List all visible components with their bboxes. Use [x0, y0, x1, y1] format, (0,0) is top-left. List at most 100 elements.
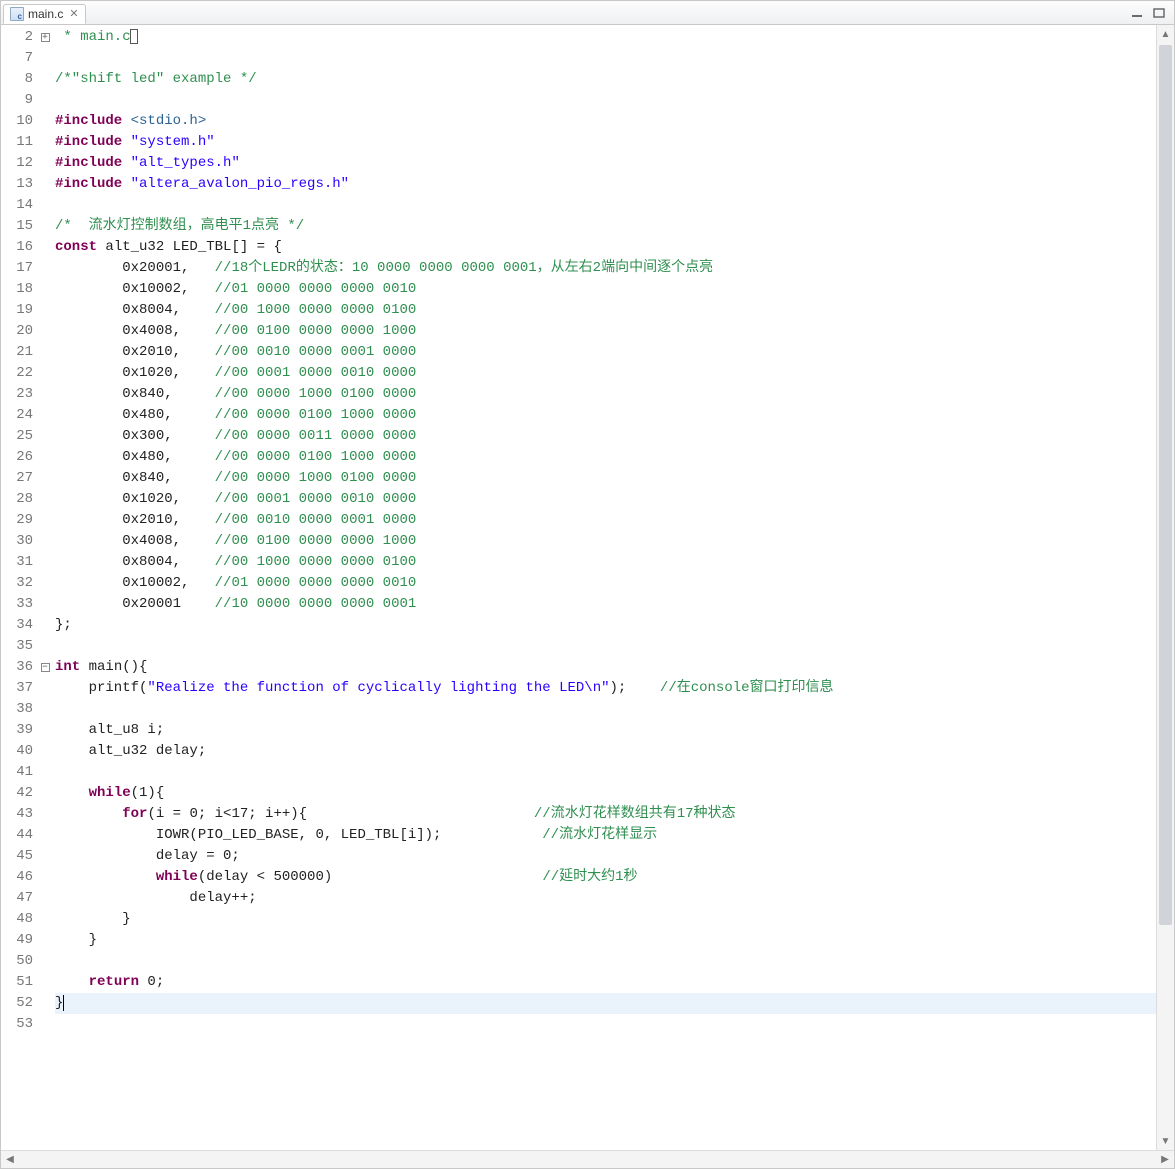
fold-cell: [39, 762, 51, 783]
code-line[interactable]: while(delay < 500000) //延时大约1秒: [55, 867, 1156, 888]
code-line[interactable]: [55, 90, 1156, 111]
editor-tab[interactable]: main.c ✕: [3, 4, 86, 24]
horizontal-scrollbar[interactable]: ◀ ▶: [1, 1150, 1174, 1168]
maximize-icon[interactable]: [1152, 7, 1166, 19]
fold-cell: [39, 930, 51, 951]
code-line[interactable]: };: [55, 615, 1156, 636]
code-line[interactable]: #include <stdio.h>: [55, 111, 1156, 132]
code-line[interactable]: }: [55, 909, 1156, 930]
fold-collapse-icon[interactable]: −: [41, 663, 50, 672]
code-line[interactable]: 0x4008, //00 0100 0000 0000 1000: [55, 321, 1156, 342]
scroll-up-icon[interactable]: ▲: [1157, 25, 1174, 43]
code-line[interactable]: 0x2010, //00 0010 0000 0001 0000: [55, 510, 1156, 531]
code-line[interactable]: 0x480, //00 0000 0100 1000 0000: [55, 447, 1156, 468]
code-line[interactable]: return 0;: [55, 972, 1156, 993]
scroll-down-icon[interactable]: ▼: [1157, 1132, 1174, 1150]
fold-cell: [39, 237, 51, 258]
code-line[interactable]: 0x10002, //01 0000 0000 0000 0010: [55, 573, 1156, 594]
code-line[interactable]: 0x20001 //10 0000 0000 0000 0001: [55, 594, 1156, 615]
code-line[interactable]: }: [55, 993, 1156, 1014]
code-line[interactable]: 0x8004, //00 1000 0000 0000 0100: [55, 300, 1156, 321]
code-line[interactable]: 0x20001, //18个LEDR的状态：10 0000 0000 0000 …: [55, 258, 1156, 279]
minimize-icon[interactable]: [1130, 7, 1144, 19]
vertical-scrollbar[interactable]: ▲ ▼: [1156, 25, 1174, 1150]
code-line[interactable]: [55, 1014, 1156, 1035]
code-token: alt_u8 i;: [55, 722, 164, 738]
code-line[interactable]: [55, 195, 1156, 216]
code-line[interactable]: [55, 699, 1156, 720]
code-line[interactable]: 0x1020, //00 0001 0000 0010 0000: [55, 363, 1156, 384]
scroll-right-icon[interactable]: ▶: [1156, 1154, 1174, 1165]
line-number: 46: [1, 867, 33, 888]
c-file-icon: [10, 7, 24, 21]
code-token: 0x2010,: [55, 344, 215, 360]
code-line[interactable]: 0x4008, //00 0100 0000 0000 1000: [55, 531, 1156, 552]
line-number: 12: [1, 153, 33, 174]
folded-region-marker[interactable]: [130, 29, 138, 44]
fold-cell: [39, 699, 51, 720]
code-line[interactable]: #include "alt_types.h": [55, 153, 1156, 174]
fold-cell: [39, 888, 51, 909]
fold-cell: [39, 300, 51, 321]
code-line[interactable]: [55, 48, 1156, 69]
fold-cell[interactable]: +: [39, 27, 51, 48]
code-line[interactable]: const alt_u32 LED_TBL[] = {: [55, 237, 1156, 258]
code-line[interactable]: 0x300, //00 0000 0011 0000 0000: [55, 426, 1156, 447]
code-line[interactable]: 0x840, //00 0000 1000 0100 0000: [55, 384, 1156, 405]
line-number: 31: [1, 552, 33, 573]
code-token: //流水灯花样显示: [542, 827, 657, 843]
code-line[interactable]: IOWR(PIO_LED_BASE, 0, LED_TBL[i]); //流水灯…: [55, 825, 1156, 846]
code-token: //00 0000 1000 0100 0000: [215, 386, 417, 402]
code-token: [55, 806, 122, 822]
scroll-thumb[interactable]: [1159, 45, 1172, 925]
code-line[interactable]: [55, 951, 1156, 972]
code-line[interactable]: delay = 0;: [55, 846, 1156, 867]
code-line[interactable]: 0x840, //00 0000 1000 0100 0000: [55, 468, 1156, 489]
line-number: 23: [1, 384, 33, 405]
code-line[interactable]: alt_u8 i;: [55, 720, 1156, 741]
code-line[interactable]: delay++;: [55, 888, 1156, 909]
code-line[interactable]: * main.c: [55, 27, 1156, 48]
code-line[interactable]: 0x1020, //00 0001 0000 0010 0000: [55, 489, 1156, 510]
fold-cell: [39, 48, 51, 69]
line-number: 42: [1, 783, 33, 804]
code-line[interactable]: alt_u32 delay;: [55, 741, 1156, 762]
line-number: 21: [1, 342, 33, 363]
fold-cell: [39, 636, 51, 657]
line-number: 18: [1, 279, 33, 300]
scroll-left-icon[interactable]: ◀: [1, 1154, 19, 1165]
line-number: 7: [1, 48, 33, 69]
code-line[interactable]: 0x10002, //01 0000 0000 0000 0010: [55, 279, 1156, 300]
line-number: 9: [1, 90, 33, 111]
code-line[interactable]: [55, 762, 1156, 783]
code-line[interactable]: #include "system.h": [55, 132, 1156, 153]
code-line[interactable]: while(1){: [55, 783, 1156, 804]
fold-cell: [39, 279, 51, 300]
line-number: 37: [1, 678, 33, 699]
fold-cell: [39, 69, 51, 90]
code-line[interactable]: printf("Realize the function of cyclical…: [55, 678, 1156, 699]
code-line[interactable]: 0x8004, //00 1000 0000 0000 0100: [55, 552, 1156, 573]
line-number: 51: [1, 972, 33, 993]
fold-cell[interactable]: −: [39, 657, 51, 678]
code-line[interactable]: }: [55, 930, 1156, 951]
fold-cell: [39, 741, 51, 762]
line-number: 28: [1, 489, 33, 510]
line-number: 36: [1, 657, 33, 678]
code-area[interactable]: * main.c /*"shift led" example */ #include…: [51, 25, 1156, 1150]
line-number: 14: [1, 195, 33, 216]
code-token: //00 0100 0000 0000 1000: [215, 533, 417, 549]
code-token: }: [55, 995, 63, 1011]
code-line[interactable]: #include "altera_avalon_pio_regs.h": [55, 174, 1156, 195]
code-line[interactable]: 0x480, //00 0000 0100 1000 0000: [55, 405, 1156, 426]
code-line[interactable]: for(i = 0; i<17; i++){ //流水灯花样数组共有17种状态: [55, 804, 1156, 825]
fold-cell: [39, 552, 51, 573]
code-line[interactable]: [55, 636, 1156, 657]
code-line[interactable]: /* 流水灯控制数组，高电平1点亮 */: [55, 216, 1156, 237]
code-line[interactable]: 0x2010, //00 0010 0000 0001 0000: [55, 342, 1156, 363]
close-icon[interactable]: ✕: [69, 7, 78, 20]
line-number: 34: [1, 615, 33, 636]
fold-expand-icon[interactable]: +: [41, 33, 50, 42]
code-line[interactable]: int main(){: [55, 657, 1156, 678]
code-line[interactable]: /*"shift led" example */: [55, 69, 1156, 90]
